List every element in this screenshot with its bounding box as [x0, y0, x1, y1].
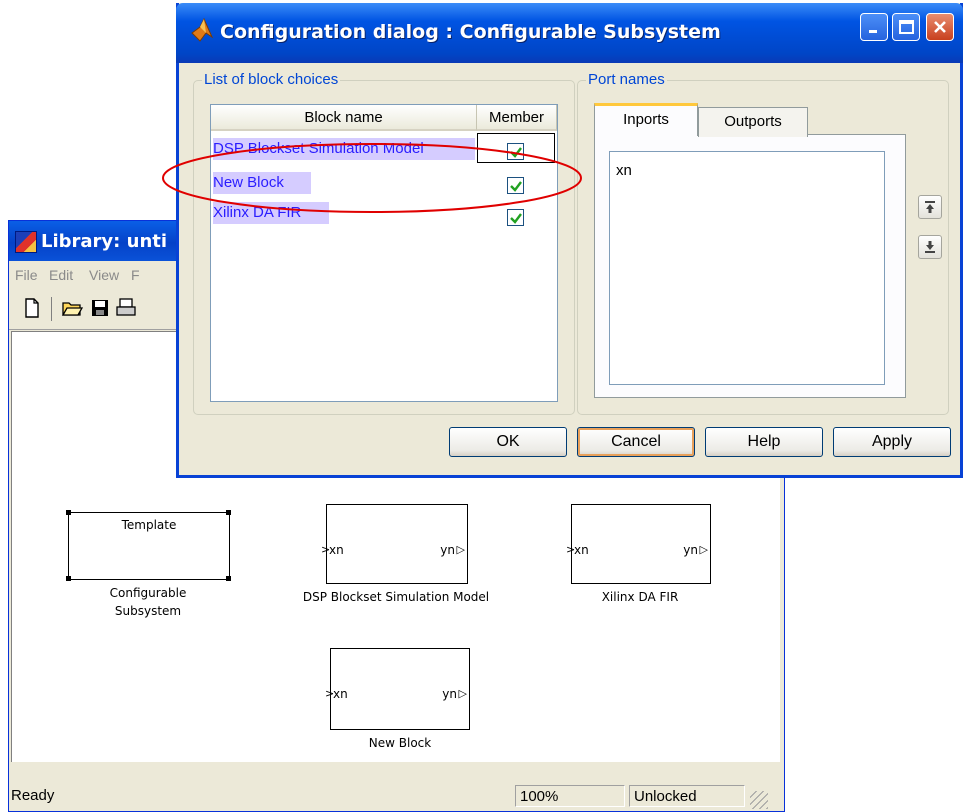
outport-arrow-icon: ▷ — [458, 687, 467, 700]
outport-label: yn — [442, 687, 457, 701]
resize-grip-icon[interactable] — [750, 791, 768, 809]
xilinx-da-fir-block[interactable]: > xn yn ▷ — [566, 504, 711, 584]
inport-label: xn — [574, 543, 589, 557]
new-document-icon[interactable] — [21, 297, 43, 319]
selection-handle[interactable] — [226, 510, 231, 515]
status-bar: Ready 100% Unlocked — [9, 781, 784, 811]
outport-label: yn — [440, 543, 455, 557]
matlab-logo-icon — [191, 17, 214, 42]
caption-line: Subsystem — [114, 604, 182, 618]
menu-view[interactable]: View — [89, 267, 119, 283]
block-choices-legend: List of block choices — [202, 71, 341, 88]
print-icon[interactable] — [115, 297, 137, 319]
block-name-cell[interactable]: New Block — [213, 172, 311, 194]
help-button[interactable]: Help — [705, 427, 823, 457]
block-name-cell[interactable]: Xilinx DA FIR — [213, 202, 329, 224]
toolbar-separator — [51, 297, 52, 321]
close-icon — [934, 21, 946, 33]
template-label: Template — [121, 518, 177, 532]
tab-outports[interactable]: Outports — [698, 107, 808, 137]
member-checkbox[interactable] — [507, 143, 524, 160]
zoom-level: 100% — [515, 785, 625, 807]
menu-format[interactable]: F — [131, 267, 140, 283]
configuration-dialog: Configuration dialog : Configurable Subs… — [176, 3, 963, 478]
member-checkbox[interactable] — [507, 209, 524, 226]
selection-handle[interactable] — [226, 576, 231, 581]
simulink-library-icon — [15, 231, 37, 253]
table-row[interactable]: New Block — [211, 167, 557, 197]
open-folder-icon[interactable] — [61, 297, 83, 319]
inport-label: xn — [329, 543, 344, 557]
tab-inports[interactable]: Inports — [594, 103, 698, 136]
selection-handle[interactable] — [66, 510, 71, 515]
move-up-icon — [925, 201, 935, 213]
checkmark-icon — [510, 213, 522, 224]
save-disk-icon[interactable] — [89, 297, 111, 319]
checkmark-icon — [510, 181, 522, 192]
dsp-blockset-block[interactable]: > xn yn ▷ — [321, 504, 468, 584]
port-names-legend: Port names — [586, 71, 667, 88]
outport-arrow-icon: ▷ — [699, 543, 708, 556]
apply-button[interactable]: Apply — [833, 427, 951, 457]
new-block[interactable]: > xn yn ▷ — [325, 648, 470, 730]
menu-edit[interactable]: Edit — [49, 267, 73, 283]
move-down-icon — [925, 241, 935, 253]
move-down-button[interactable] — [918, 235, 942, 259]
block-choices-table[interactable]: Block name Member DSP Blockset Simulatio… — [210, 104, 558, 402]
selection-handle[interactable] — [66, 576, 71, 581]
move-up-button[interactable] — [918, 195, 942, 219]
menu-file[interactable]: File — [15, 267, 38, 283]
maximize-button[interactable] — [892, 13, 920, 41]
minimize-icon — [869, 30, 877, 33]
member-checkbox[interactable] — [507, 177, 524, 194]
close-button[interactable] — [926, 13, 954, 41]
inports-textarea[interactable]: xn — [609, 151, 885, 385]
inport-label: xn — [333, 687, 348, 701]
maximize-icon — [899, 20, 914, 34]
caption-line: Configurable — [109, 586, 187, 600]
dialog-title: Configuration dialog : Configurable Subs… — [220, 21, 721, 43]
cancel-button[interactable]: Cancel — [577, 427, 695, 457]
new-block-caption: New Block — [368, 736, 432, 750]
configurable-subsystem-caption: Configurable Subsystem — [68, 586, 228, 618]
dsp-block-caption: DSP Blockset Simulation Model — [302, 590, 490, 604]
block-choices-group: List of block choices Block name Member … — [193, 71, 575, 415]
member-column-header[interactable]: Member — [477, 105, 557, 131]
table-row[interactable]: DSP Blockset Simulation Model — [211, 133, 557, 163]
lock-status: Unlocked — [629, 785, 745, 807]
minimize-button[interactable] — [860, 13, 888, 41]
table-row[interactable]: Xilinx DA FIR — [211, 197, 557, 227]
library-title: Library: unti — [41, 231, 168, 252]
ok-button[interactable]: OK — [449, 427, 567, 457]
xilinx-block-caption: Xilinx DA FIR — [601, 590, 679, 604]
block-name-cell[interactable]: DSP Blockset Simulation Model — [213, 138, 475, 160]
inports-tab-panel: xn — [594, 134, 906, 398]
port-names-group: Port names xn Inports Outports — [577, 71, 949, 415]
outport-arrow-icon: ▷ — [456, 543, 465, 556]
checkmark-icon — [510, 147, 522, 158]
block-name-column-header[interactable]: Block name — [211, 105, 477, 131]
status-text: Ready — [11, 787, 55, 804]
outport-label: yn — [683, 543, 698, 557]
dialog-title-bar[interactable]: Configuration dialog : Configurable Subs… — [176, 3, 963, 63]
configurable-subsystem-block[interactable]: Template — [68, 512, 230, 580]
